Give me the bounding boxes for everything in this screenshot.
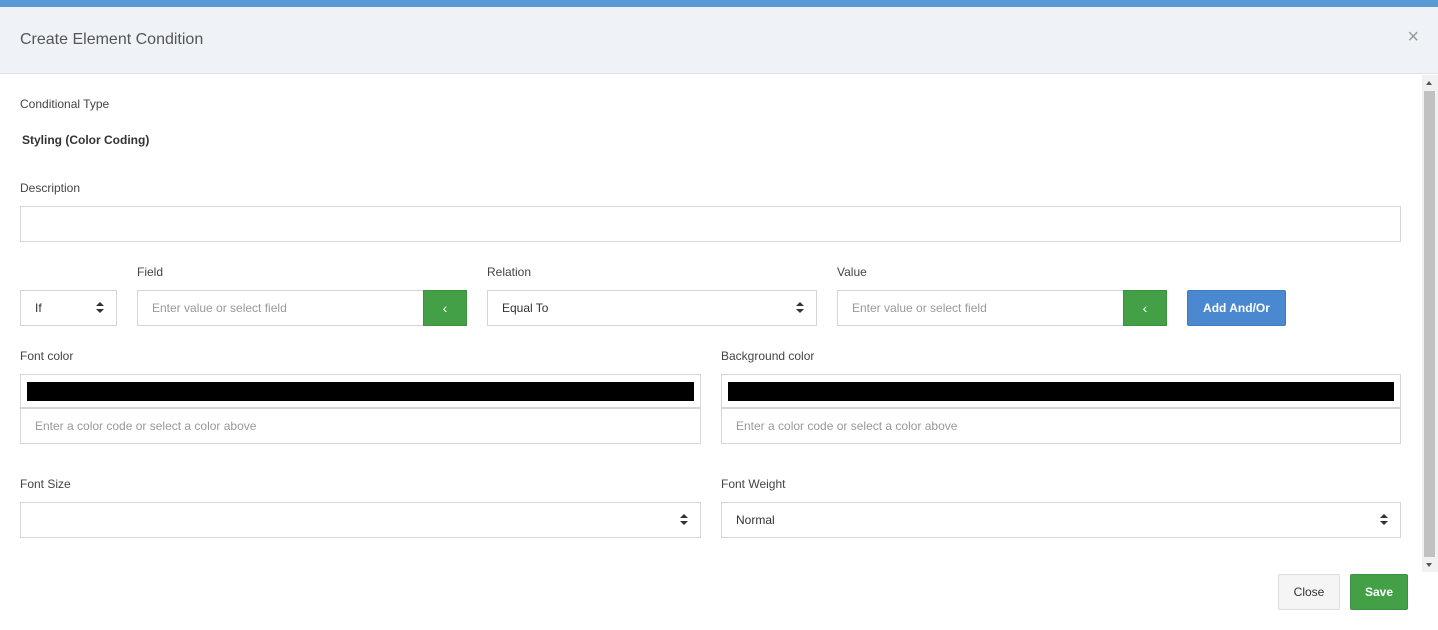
font-color-input[interactable]: Enter a color code or select a color abo…	[20, 408, 701, 444]
condition-operator-value: If	[35, 301, 42, 315]
scrollbar-thumb[interactable]	[1424, 91, 1435, 557]
close-button[interactable]: Close	[1278, 574, 1340, 610]
relation-select[interactable]: Equal To	[487, 290, 817, 326]
background-color-picker[interactable]	[721, 374, 1401, 408]
value-pick-button[interactable]: ‹	[1123, 290, 1167, 326]
add-and-or-button[interactable]: Add And/Or	[1187, 290, 1286, 326]
background-color-label: Background color	[721, 349, 815, 363]
field-pick-button[interactable]: ‹	[423, 290, 467, 326]
condition-operator-select[interactable]: If	[20, 290, 117, 326]
modal-title: Create Element Condition	[20, 31, 204, 48]
field-label: Field	[137, 265, 164, 279]
select-arrows-icon	[796, 302, 804, 314]
description-label: Description	[20, 181, 81, 195]
select-arrows-icon	[96, 302, 104, 314]
save-button[interactable]: Save	[1350, 574, 1408, 610]
modal-scrollbar[interactable]	[1422, 75, 1438, 572]
font-color-label: Font color	[20, 349, 74, 363]
conditional-type-label: Conditional Type	[20, 97, 110, 111]
select-arrows-icon	[1380, 514, 1388, 526]
relation-value: Equal To	[502, 301, 549, 315]
font-weight-value: Normal	[736, 513, 775, 527]
close-icon[interactable]: ×	[1407, 27, 1419, 47]
value-input[interactable]: Enter value or select field	[837, 290, 1124, 326]
relation-label: Relation	[487, 265, 532, 279]
chevron-left-icon: ‹	[442, 300, 448, 316]
font-color-picker[interactable]	[20, 374, 701, 408]
font-weight-label: Font Weight	[721, 477, 786, 491]
background-color-swatch	[728, 382, 1394, 401]
modal-body: Conditional Type Styling (Color Coding) …	[0, 75, 1422, 572]
font-weight-select[interactable]: Normal	[721, 502, 1401, 538]
chevron-left-icon: ‹	[1142, 300, 1148, 316]
field-input[interactable]: Enter value or select field	[137, 290, 424, 326]
description-input[interactable]	[20, 206, 1401, 242]
font-color-swatch	[27, 382, 694, 401]
scroll-down-icon[interactable]	[1426, 563, 1432, 567]
modal-header: Create Element Condition ×	[0, 7, 1438, 74]
font-size-label: Font Size	[20, 477, 71, 491]
background-color-input[interactable]: Enter a color code or select a color abo…	[721, 408, 1401, 444]
value-label: Value	[837, 265, 867, 279]
font-size-select[interactable]	[20, 502, 701, 538]
select-arrows-icon	[680, 514, 688, 526]
scroll-up-icon[interactable]	[1426, 81, 1432, 85]
modal-top-accent-bar	[0, 0, 1438, 7]
conditional-type-value: Styling (Color Coding)	[22, 133, 150, 147]
